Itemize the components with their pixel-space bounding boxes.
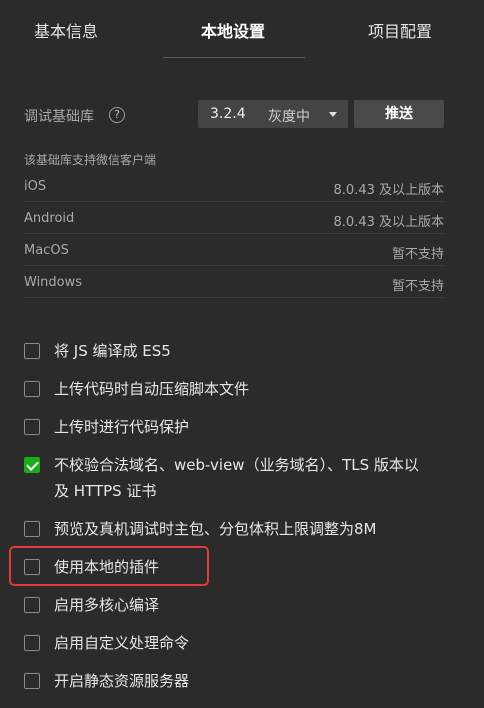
tab-basic-info[interactable]: 基本信息	[34, 18, 98, 42]
checkbox[interactable]	[24, 343, 40, 359]
platform-version: 8.0.43 及以上版本	[333, 215, 444, 230]
option-label: 开启静态资源服务器	[54, 672, 190, 690]
option-label: 上传时进行代码保护	[54, 418, 190, 436]
version-status: 灰度中	[268, 109, 310, 125]
platform-table: iOS 8.0.43 及以上版本 Android 8.0.43 及以上版本 Ma…	[24, 170, 444, 298]
caret-down-icon	[329, 112, 337, 117]
tab-local-settings[interactable]: 本地设置	[201, 18, 265, 42]
checkbox[interactable]	[24, 381, 40, 397]
checkbox[interactable]	[24, 521, 40, 537]
platform-name: iOS	[24, 179, 47, 194]
checkbox-checked[interactable]	[24, 457, 40, 473]
push-button[interactable]: 推送	[354, 100, 444, 128]
platform-name: Android	[24, 211, 75, 226]
debug-lib-row: 调试基础库 ? 3.2.4 灰度中 推送	[24, 100, 444, 130]
active-tab-indicator	[163, 57, 305, 58]
platform-row: Android 8.0.43 及以上版本	[24, 202, 444, 234]
platform-name: Windows	[24, 275, 83, 290]
version-value: 3.2.4	[210, 106, 246, 122]
option-label: 预览及真机调试时主包、分包体积上限调整为8M	[54, 520, 377, 538]
checkbox[interactable]	[24, 673, 40, 689]
version-select[interactable]: 3.2.4 灰度中	[198, 100, 348, 128]
platform-version: 8.0.43 及以上版本	[333, 183, 444, 198]
platform-row: Windows 暂不支持	[24, 266, 444, 298]
option-label: 上传代码时自动压缩脚本文件	[54, 380, 250, 398]
debug-lib-label: 调试基础库	[24, 109, 94, 125]
checkbox[interactable]	[24, 419, 40, 435]
option-label: 将 JS 编译成 ES5	[54, 342, 171, 360]
option-label: 启用多核心编译	[54, 596, 160, 614]
option-label: 启用自定义处理命令	[54, 634, 190, 652]
support-note: 该基础库支持微信客户端	[24, 153, 157, 167]
tab-project-config[interactable]: 项目配置	[368, 18, 432, 42]
platform-version: 暂不支持	[391, 247, 444, 262]
platform-row: iOS 8.0.43 及以上版本	[24, 170, 444, 202]
platform-row: MacOS 暂不支持	[24, 234, 444, 266]
highlight-box	[9, 546, 209, 586]
platform-version: 暂不支持	[391, 279, 444, 294]
checkbox[interactable]	[24, 635, 40, 651]
help-icon[interactable]: ?	[109, 107, 125, 123]
option-label: 不校验合法域名、web-view（业务域名）、TLS 版本以及 HTTPS 证书	[54, 456, 419, 500]
platform-name: MacOS	[24, 243, 69, 258]
checkbox[interactable]	[24, 597, 40, 613]
tab-bar: 基本信息 本地设置 项目配置	[0, 0, 484, 58]
